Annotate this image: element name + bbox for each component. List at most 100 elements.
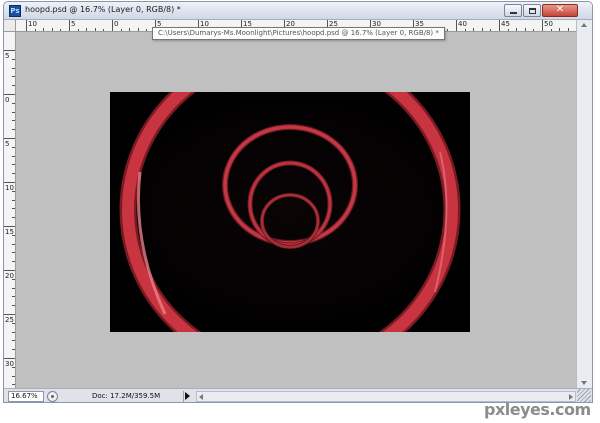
- window-title: hoopd.psd @ 16.7% (Layer 0, RGB/8) *: [25, 5, 181, 14]
- ruler-minor-tick: [12, 261, 15, 263]
- ruler-minor-tick: [12, 349, 15, 351]
- document-info: Doc: 17.2M/359.5M: [64, 391, 184, 402]
- scroll-up-icon[interactable]: [581, 23, 587, 27]
- ruler-minor-tick: [12, 155, 15, 157]
- status-icon[interactable]: [47, 391, 58, 402]
- scroll-left-icon[interactable]: [199, 394, 203, 400]
- ruler-major-tick: [26, 20, 27, 31]
- maximize-icon: [529, 8, 536, 14]
- ruler-major-tick: [4, 138, 15, 139]
- ruler-major-tick: [4, 94, 15, 95]
- close-button[interactable]: ✕: [542, 4, 578, 17]
- ruler-minor-tick: [567, 28, 569, 31]
- triangle-right-icon[interactable]: [185, 392, 190, 400]
- ruler-minor-tick: [473, 28, 475, 31]
- ruler-label: 5: [5, 140, 10, 148]
- ruler-minor-tick: [550, 29, 552, 31]
- ruler-minor-tick: [12, 111, 15, 113]
- ruler-minor-tick: [12, 129, 15, 131]
- ruler-minor-tick: [12, 120, 15, 122]
- ruler-major-tick: [69, 20, 70, 31]
- ruler-origin[interactable]: [4, 20, 16, 32]
- ruler-major-tick: [4, 226, 15, 227]
- ruler-minor-tick: [12, 208, 15, 210]
- document-image[interactable]: [110, 92, 470, 332]
- ruler-major-tick: [4, 182, 15, 183]
- file-path-tooltip: C:\Users\Dumarys-Ms.Moonlight\Pictures\h…: [152, 27, 445, 40]
- ruler-minor-tick: [12, 322, 15, 324]
- ruler-minor-tick: [129, 28, 131, 31]
- minimize-icon: [510, 12, 517, 14]
- ruler-minor-tick: [12, 146, 15, 148]
- ruler-minor-tick: [12, 164, 15, 166]
- ruler-minor-tick: [12, 331, 15, 333]
- ruler-minor-tick: [559, 28, 561, 31]
- ruler-major-tick: [4, 270, 15, 271]
- ruler-label: 0: [114, 20, 119, 28]
- zoom-level-field[interactable]: 16.67%: [8, 391, 44, 402]
- ruler-label: 0: [5, 96, 10, 104]
- ruler-major-tick: [4, 358, 15, 359]
- ruler-minor-tick: [12, 67, 15, 69]
- ruler-label: 45: [501, 20, 510, 28]
- ruler-minor-tick: [34, 29, 36, 31]
- minimize-button[interactable]: [504, 4, 522, 17]
- ruler-minor-tick: [481, 28, 483, 31]
- ruler-minor-tick: [43, 28, 45, 31]
- ruler-minor-tick: [12, 375, 15, 377]
- canvas-area[interactable]: [16, 32, 576, 388]
- photoshop-icon: Ps: [9, 5, 21, 17]
- ruler-label: 10: [28, 20, 37, 28]
- document-window: Ps hoopd.psd @ 16.7% (Layer 0, RGB/8) * …: [3, 1, 593, 403]
- ruler-minor-tick: [12, 58, 15, 60]
- ruler-minor-tick: [490, 29, 492, 31]
- ruler-label: 5: [5, 52, 10, 60]
- ruler-minor-tick: [103, 29, 105, 31]
- ruler-minor-tick: [77, 29, 79, 31]
- ruler-minor-tick: [94, 28, 96, 31]
- hoop-photo: [110, 92, 470, 332]
- ruler-major-tick: [542, 20, 543, 31]
- ruler-minor-tick: [12, 190, 15, 192]
- ruler-minor-tick: [137, 28, 139, 31]
- ruler-minor-tick: [12, 102, 15, 104]
- ruler-minor-tick: [146, 29, 148, 31]
- close-icon: ✕: [555, 4, 565, 15]
- ruler-minor-tick: [12, 85, 15, 87]
- watermark-logo: pxleyes.com: [484, 400, 591, 419]
- ruler-minor-tick: [12, 199, 15, 201]
- ruler-major-tick: [4, 314, 15, 315]
- ruler-major-tick: [4, 50, 15, 51]
- ruler-label: 5: [71, 20, 76, 28]
- ruler-minor-tick: [12, 217, 15, 219]
- ruler-minor-tick: [12, 278, 15, 280]
- ruler-minor-tick: [51, 28, 53, 31]
- ruler-minor-tick: [516, 28, 518, 31]
- ruler-minor-tick: [12, 366, 15, 368]
- ruler-label: 40: [458, 20, 467, 28]
- title-bar[interactable]: Ps hoopd.psd @ 16.7% (Layer 0, RGB/8) * …: [4, 2, 592, 20]
- ruler-major-tick: [499, 20, 500, 31]
- ruler-minor-tick: [12, 384, 15, 386]
- ruler-major-tick: [456, 20, 457, 31]
- vertical-scrollbar[interactable]: [576, 20, 592, 388]
- ruler-minor-tick: [86, 28, 88, 31]
- ruler-minor-tick: [12, 76, 15, 78]
- ruler-minor-tick: [524, 28, 526, 31]
- ruler-minor-tick: [12, 340, 15, 342]
- vertical-ruler[interactable]: 5 0 5 10 15 20 25 30: [4, 32, 16, 388]
- ruler-minor-tick: [447, 29, 449, 31]
- ruler-minor-tick: [464, 29, 466, 31]
- ruler-minor-tick: [120, 29, 122, 31]
- ruler-minor-tick: [12, 243, 15, 245]
- scroll-down-icon[interactable]: [581, 381, 587, 385]
- ruler-minor-tick: [12, 296, 15, 298]
- ruler-minor-tick: [12, 234, 15, 236]
- ruler-major-tick: [112, 20, 113, 31]
- ruler-minor-tick: [533, 29, 535, 31]
- ruler-minor-tick: [12, 173, 15, 175]
- ruler-minor-tick: [12, 252, 15, 254]
- ruler-minor-tick: [12, 287, 15, 289]
- maximize-button[interactable]: [523, 4, 541, 17]
- ruler-label: 50: [544, 20, 553, 28]
